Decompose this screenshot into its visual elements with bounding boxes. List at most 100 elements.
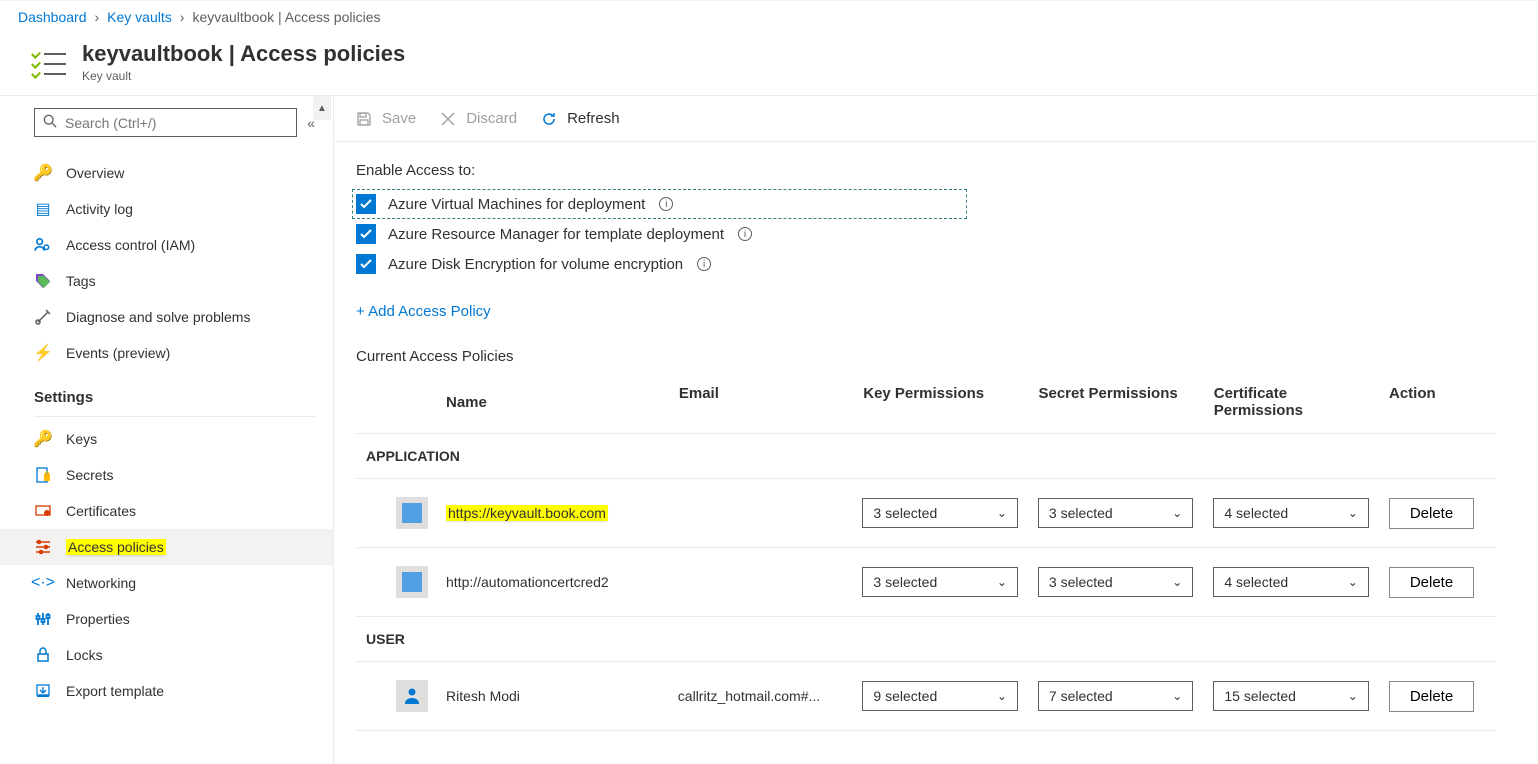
sidebar-item-tags[interactable]: Tags bbox=[0, 263, 333, 299]
secret-permissions-dropdown[interactable]: 3 selected⌄ bbox=[1038, 567, 1193, 597]
sidebar-item-secrets[interactable]: Secrets bbox=[0, 457, 333, 493]
sidebar: ▲ « 🔑 Overview ▤ Activity log bbox=[0, 96, 334, 764]
toolbar-label: Discard bbox=[466, 110, 517, 127]
sidebar-item-export-template[interactable]: Export template bbox=[0, 673, 333, 709]
overview-icon: 🔑 bbox=[34, 164, 52, 182]
certificates-icon bbox=[34, 502, 52, 520]
secrets-icon bbox=[34, 466, 52, 484]
sidebar-label: Networking bbox=[66, 575, 315, 591]
sidebar-label: Access control (IAM) bbox=[66, 237, 315, 253]
delete-button[interactable]: Delete bbox=[1389, 498, 1474, 529]
sidebar-section-settings: Settings bbox=[0, 371, 333, 412]
sidebar-item-events[interactable]: ⚡ Events (preview) bbox=[0, 335, 333, 371]
table-row: https://keyvault.book.com 3 selected⌄ 3 … bbox=[356, 479, 1496, 548]
table-header: Name Email Key Permissions Secret Permis… bbox=[356, 377, 1496, 434]
keyvault-resource-icon bbox=[32, 47, 66, 81]
chevron-down-icon: ⌄ bbox=[997, 506, 1007, 520]
scroll-up-icon[interactable]: ▲ bbox=[313, 96, 331, 120]
events-icon: ⚡ bbox=[34, 344, 52, 362]
checkbox-row-arm[interactable]: Azure Resource Manager for template depl… bbox=[356, 219, 1516, 249]
col-email: Email bbox=[679, 385, 863, 419]
sidebar-label: Access policies bbox=[66, 539, 315, 555]
search-input[interactable] bbox=[65, 115, 288, 131]
discard-icon bbox=[440, 111, 456, 127]
discard-button[interactable]: Discard bbox=[440, 110, 517, 127]
table-row: http://automationcertcred2 3 selected⌄ 3… bbox=[356, 548, 1496, 617]
sidebar-item-keys[interactable]: 🔑 Keys bbox=[0, 421, 333, 457]
chevron-down-icon: ⌄ bbox=[997, 575, 1007, 589]
delete-button[interactable]: Delete bbox=[1389, 567, 1474, 598]
save-button[interactable]: Save bbox=[356, 110, 416, 127]
checkbox-checked-icon bbox=[356, 194, 376, 214]
sidebar-label: Properties bbox=[66, 611, 315, 627]
page-subtitle: Key vault bbox=[82, 69, 405, 83]
refresh-button[interactable]: Refresh bbox=[541, 110, 620, 127]
sidebar-item-diagnose[interactable]: Diagnose and solve problems bbox=[0, 299, 333, 335]
refresh-icon bbox=[541, 111, 557, 127]
secret-permissions-dropdown[interactable]: 7 selected⌄ bbox=[1038, 681, 1193, 711]
breadcrumb: Dashboard › Key vaults › keyvaultbook | … bbox=[0, 0, 1538, 33]
key-permissions-dropdown[interactable]: 9 selected⌄ bbox=[862, 681, 1017, 711]
sidebar-search[interactable] bbox=[34, 108, 297, 137]
key-permissions-dropdown[interactable]: 3 selected⌄ bbox=[862, 498, 1017, 528]
nav-list: 🔑 Overview ▤ Activity log Access control… bbox=[0, 155, 333, 709]
row-name: https://keyvault.book.com bbox=[446, 505, 608, 521]
app-avatar-icon bbox=[396, 566, 428, 598]
breadcrumb-current: keyvaultbook | Access policies bbox=[192, 9, 380, 25]
checkbox-row-vm[interactable]: Azure Virtual Machines for deployment i bbox=[352, 189, 967, 219]
sidebar-item-activity-log[interactable]: ▤ Activity log bbox=[0, 191, 333, 227]
divider bbox=[34, 416, 315, 417]
toolbar-label: Refresh bbox=[567, 110, 620, 127]
row-name: http://automationcertcred2 bbox=[446, 574, 609, 590]
iam-icon bbox=[34, 236, 52, 254]
sidebar-label: Diagnose and solve problems bbox=[66, 309, 315, 325]
sidebar-item-overview[interactable]: 🔑 Overview bbox=[0, 155, 333, 191]
cert-permissions-dropdown[interactable]: 4 selected⌄ bbox=[1213, 567, 1368, 597]
search-icon bbox=[43, 114, 57, 131]
key-permissions-dropdown[interactable]: 3 selected⌄ bbox=[862, 567, 1017, 597]
checkbox-row-disk[interactable]: Azure Disk Encryption for volume encrypt… bbox=[356, 249, 1516, 279]
breadcrumb-keyvaults[interactable]: Key vaults bbox=[107, 9, 172, 25]
add-access-policy-link[interactable]: + Add Access Policy bbox=[356, 303, 491, 320]
sidebar-label: Tags bbox=[66, 273, 315, 289]
cert-permissions-dropdown[interactable]: 15 selected⌄ bbox=[1213, 681, 1368, 711]
sidebar-item-networking[interactable]: <·> Networking bbox=[0, 565, 333, 601]
user-avatar-icon bbox=[396, 680, 428, 712]
group-user: USER bbox=[356, 617, 1496, 662]
secret-permissions-dropdown[interactable]: 3 selected⌄ bbox=[1038, 498, 1193, 528]
col-action: Action bbox=[1389, 385, 1486, 419]
breadcrumb-dashboard[interactable]: Dashboard bbox=[18, 9, 87, 25]
chevron-down-icon: ⌄ bbox=[1348, 506, 1358, 520]
sidebar-item-certificates[interactable]: Certificates bbox=[0, 493, 333, 529]
sidebar-label: Overview bbox=[66, 165, 315, 181]
chevron-down-icon: ⌄ bbox=[1172, 575, 1182, 589]
sidebar-label: Certificates bbox=[66, 503, 315, 519]
info-icon[interactable]: i bbox=[697, 257, 711, 271]
page-title: keyvaultbook | Access policies bbox=[82, 41, 405, 67]
cert-permissions-dropdown[interactable]: 4 selected⌄ bbox=[1213, 498, 1368, 528]
access-policies-icon bbox=[34, 538, 52, 556]
col-key: Key Permissions bbox=[863, 385, 1038, 419]
enable-access-label: Enable Access to: bbox=[356, 162, 1516, 179]
delete-button[interactable]: Delete bbox=[1389, 681, 1474, 712]
sidebar-label: Export template bbox=[66, 683, 315, 699]
toolbar-label: Save bbox=[382, 110, 416, 127]
locks-icon bbox=[34, 646, 52, 664]
sidebar-item-locks[interactable]: Locks bbox=[0, 637, 333, 673]
keys-icon: 🔑 bbox=[34, 430, 52, 448]
sidebar-item-properties[interactable]: Properties bbox=[0, 601, 333, 637]
save-icon bbox=[356, 111, 372, 127]
sidebar-item-iam[interactable]: Access control (IAM) bbox=[0, 227, 333, 263]
page-header: keyvaultbook | Access policies Key vault bbox=[0, 33, 1538, 96]
checkbox-label: Azure Virtual Machines for deployment bbox=[388, 196, 645, 213]
group-application: APPLICATION bbox=[356, 434, 1496, 479]
info-icon[interactable]: i bbox=[738, 227, 752, 241]
toolbar: Save Discard Refresh bbox=[334, 96, 1538, 142]
sidebar-label: Events (preview) bbox=[66, 345, 315, 361]
sidebar-label: Activity log bbox=[66, 201, 315, 217]
activity-log-icon: ▤ bbox=[34, 200, 52, 218]
row-name: Ritesh Modi bbox=[446, 688, 520, 704]
sidebar-item-access-policies[interactable]: Access policies bbox=[0, 529, 333, 565]
app-avatar-icon bbox=[396, 497, 428, 529]
info-icon[interactable]: i bbox=[659, 197, 673, 211]
